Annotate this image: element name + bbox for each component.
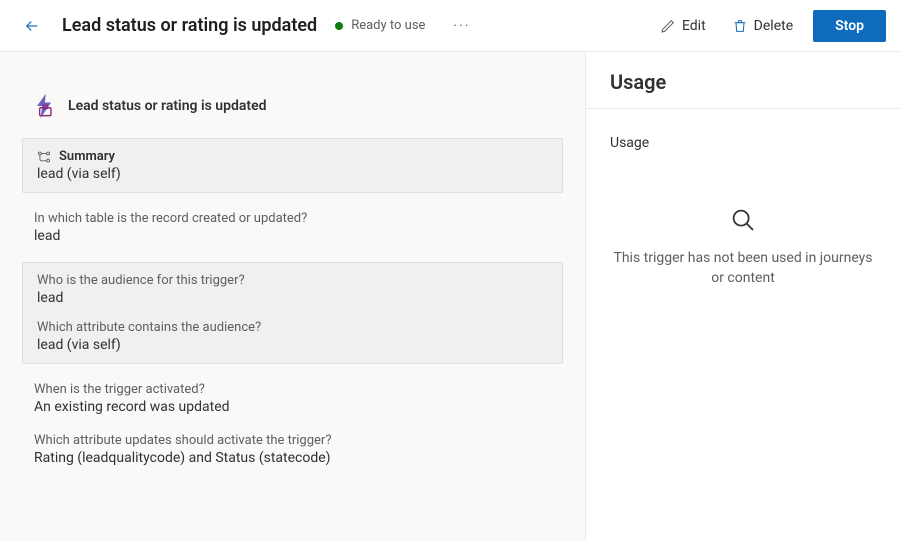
activated-answer: An existing record was updated — [34, 399, 551, 415]
delete-button[interactable]: Delete — [722, 10, 803, 42]
flow-icon — [37, 150, 51, 164]
updates-question: Which attribute updates should activate … — [34, 433, 551, 448]
usage-empty-state: This trigger has not been used in journe… — [586, 159, 900, 541]
pencil-icon — [660, 18, 676, 34]
trigger-header: Lead status or rating is updated — [12, 92, 573, 138]
audience-answer: lead — [37, 290, 548, 306]
summary-card[interactable]: Summary lead (via self) — [22, 138, 563, 193]
qa-table: In which table is the record created or … — [34, 211, 551, 244]
page-title: Lead status or rating is updated — [62, 15, 317, 36]
edit-button[interactable]: Edit — [650, 10, 716, 42]
attribute-answer: lead (via self) — [37, 337, 548, 353]
back-button[interactable] — [18, 12, 46, 40]
qa-table-question: In which table is the record created or … — [34, 211, 551, 226]
ellipsis-icon: ··· — [453, 18, 470, 34]
trigger-canvas: Lead status or rating is updated Summary… — [0, 52, 585, 541]
updates-answer: Rating (leadqualitycode) and Status (sta… — [34, 450, 551, 466]
trigger-name: Lead status or rating is updated — [68, 98, 266, 114]
more-actions-button[interactable]: ··· — [447, 14, 476, 38]
delete-label: Delete — [754, 18, 793, 34]
activated-question: When is the trigger activated? — [34, 382, 551, 397]
qa-updates: Which attribute updates should activate … — [34, 433, 551, 466]
arrow-left-icon — [23, 17, 41, 35]
qa-table-answer: lead — [34, 228, 551, 244]
summary-value: lead (via self) — [37, 166, 548, 182]
search-icon — [728, 205, 758, 235]
status-dot-icon — [335, 22, 343, 30]
command-bar: Lead status or rating is updated Ready t… — [0, 0, 900, 52]
usage-panel: Usage Usage This trigger has not been us… — [585, 52, 900, 541]
edit-label: Edit — [682, 18, 706, 34]
usage-title: Usage — [586, 52, 900, 109]
status-label: Ready to use — [351, 18, 425, 33]
summary-label: Summary — [59, 149, 115, 164]
qa-activated: When is the trigger activated? An existi… — [34, 382, 551, 415]
attribute-question: Which attribute contains the audience? — [37, 320, 548, 335]
audience-card[interactable]: Who is the audience for this trigger? le… — [22, 262, 563, 364]
trash-icon — [732, 18, 748, 34]
status-badge: Ready to use — [335, 18, 425, 33]
audience-question: Who is the audience for this trigger? — [37, 273, 548, 288]
stop-label: Stop — [835, 18, 864, 34]
usage-section-label: Usage — [586, 109, 900, 159]
stop-button[interactable]: Stop — [813, 10, 886, 42]
usage-empty-text: This trigger has not been used in journe… — [613, 249, 873, 288]
trigger-bolt-icon — [30, 92, 58, 120]
